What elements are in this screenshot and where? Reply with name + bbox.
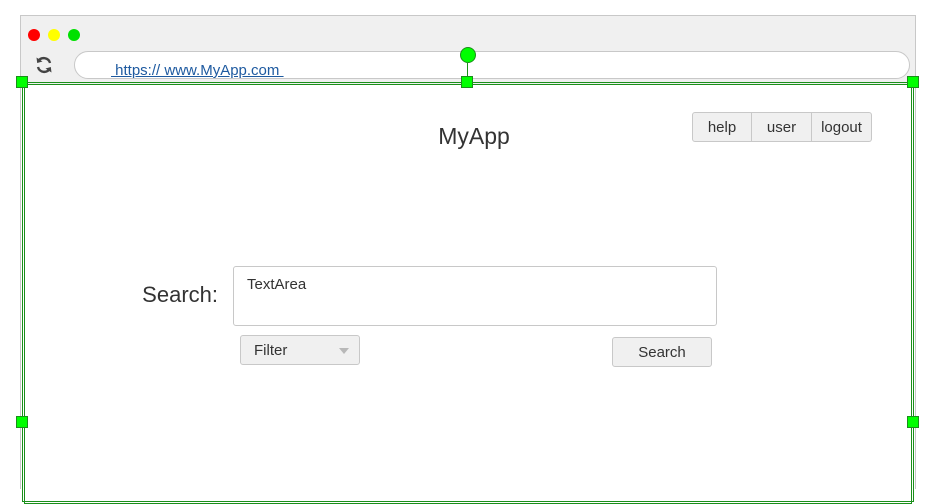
resize-handle-middle-left[interactable]	[16, 416, 28, 428]
user-button[interactable]: user	[752, 112, 812, 142]
rotate-handle[interactable]	[460, 47, 476, 63]
filter-dropdown[interactable]: Filter	[240, 335, 360, 365]
header-button-group: help user logout	[692, 112, 872, 142]
filter-label: Filter	[254, 342, 288, 359]
address-bar[interactable]: https:// www.MyApp.com	[74, 51, 910, 79]
rotate-handle-stem	[467, 63, 468, 77]
search-textarea[interactable]: TextArea	[233, 266, 717, 326]
resize-handle-top-left[interactable]	[16, 76, 28, 88]
minimize-window-dot-icon[interactable]	[48, 29, 60, 41]
resize-handle-top-right[interactable]	[907, 76, 919, 88]
page-title: MyApp	[438, 123, 510, 149]
close-window-dot-icon[interactable]	[28, 29, 40, 41]
help-button[interactable]: help	[692, 112, 752, 142]
search-button[interactable]: Search	[612, 337, 712, 367]
resize-handle-top-center[interactable]	[461, 76, 473, 88]
resize-handle-middle-right[interactable]	[907, 416, 919, 428]
maximize-window-dot-icon[interactable]	[68, 29, 80, 41]
textarea-value: TextArea	[247, 276, 307, 293]
logout-button[interactable]: logout	[812, 112, 872, 142]
url-text[interactable]: https:// www.MyApp.com	[111, 62, 284, 79]
chevron-down-icon	[339, 348, 349, 354]
search-label: Search:	[142, 282, 218, 307]
refresh-icon[interactable]	[34, 55, 54, 75]
